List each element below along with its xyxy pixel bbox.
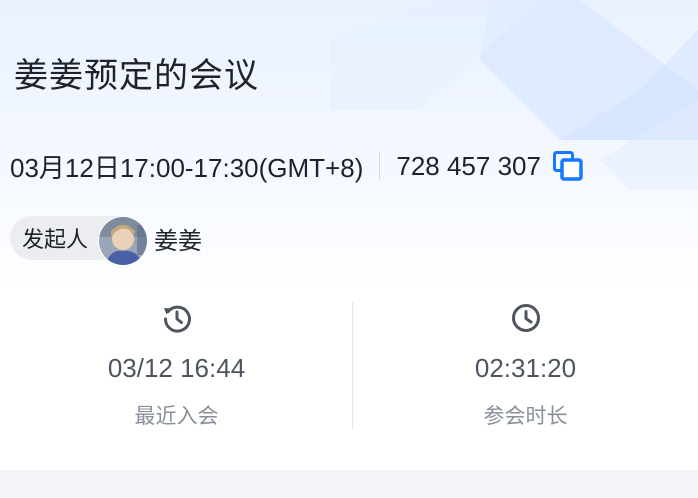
meeting-id: 728 457 307 [396,150,541,181]
last-join-value: 03/12 16:44 [107,353,246,383]
host-name: 姜姜 [154,227,203,255]
bottom-strip [0,470,698,498]
meeting-time-range: 03月12日17:00-17:30(GMT+8) [10,152,364,183]
avatar-image [99,217,147,265]
copy-icon [552,151,583,181]
stat-duration: 02:31:20 参会时长 [353,300,698,430]
host-chip[interactable]: 发起人 [10,216,148,266]
history-clock-icon [163,305,191,333]
host-chip-label: 发起人 [22,227,89,252]
copy-meeting-id-button[interactable] [552,151,583,181]
clock-icon [511,304,540,332]
last-join-label: 最近入会 [134,405,219,428]
duration-label: 参会时长 [483,405,568,428]
duration-value: 02:31:20 [474,353,577,383]
stat-last-join: 03/12 16:44 最近入会 [0,300,353,430]
host-row: 发起人 姜姜 [10,212,203,266]
avatar[interactable] [98,216,148,266]
meeting-stats: 03/12 16:44 最近入会 02:31:20 参会时长 [0,300,698,430]
meeting-info-row: 03月12日17:00-17:30(GMT+8) 728 457 307 [10,148,583,184]
meeting-card: 姜姜预定的会议 03月12日17:00-17:30(GMT+8) 728 457… [0,0,698,470]
meeting-title: 姜姜预定的会议 [14,57,259,95]
info-divider [379,152,381,180]
